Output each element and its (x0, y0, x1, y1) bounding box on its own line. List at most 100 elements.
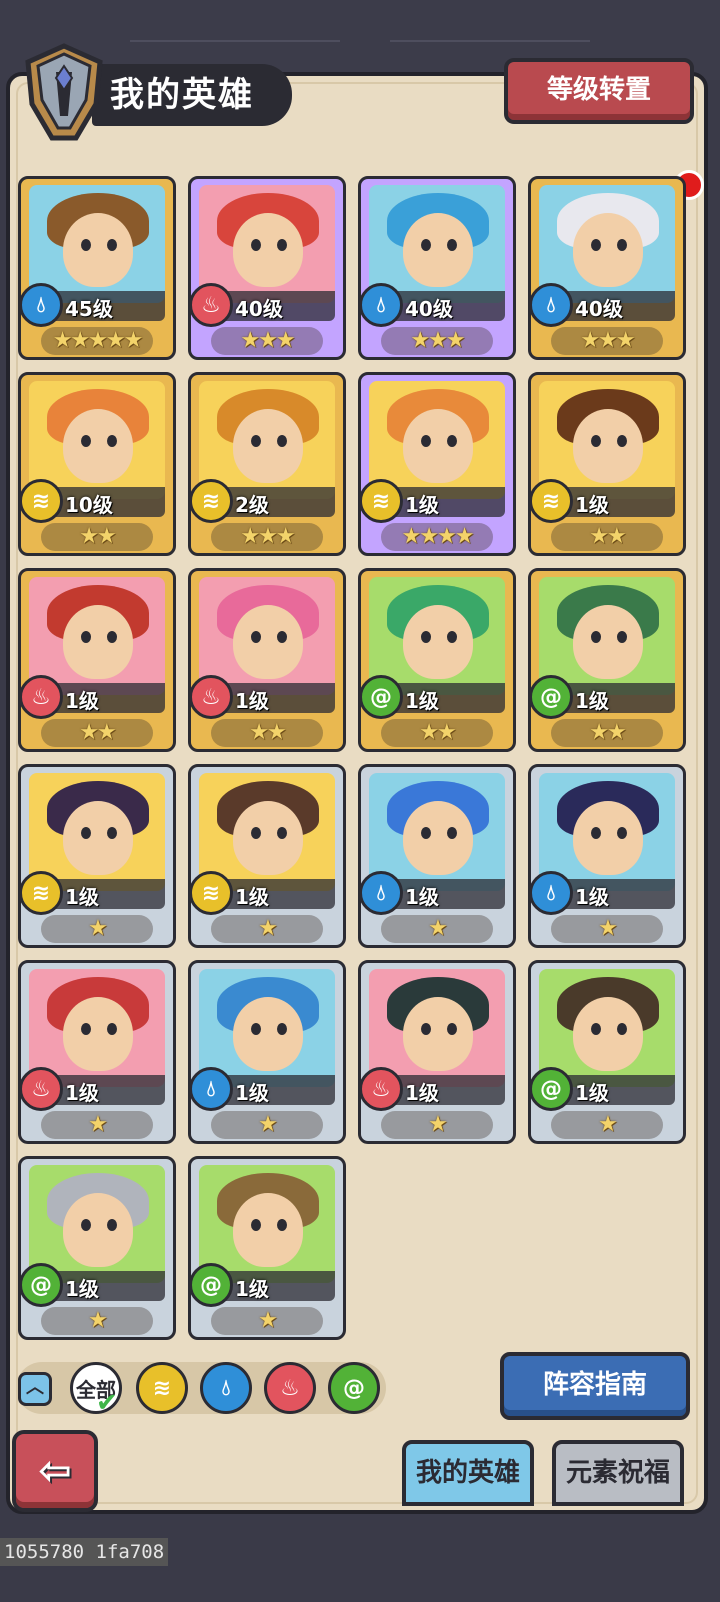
hero-level: 1级 (405, 885, 439, 909)
hero-eye (251, 435, 261, 447)
hero-eye (107, 1219, 117, 1231)
nature-element-icon: @ (361, 675, 403, 719)
hero-eye (617, 631, 627, 643)
hero-card[interactable]: 45级 💧︎ ★★★★★ (18, 176, 176, 360)
hero-card[interactable]: 1级 ≋ ★ (18, 764, 176, 948)
helmet-icon (25, 43, 103, 141)
hero-face (233, 605, 303, 679)
nature-element-icon: @ (531, 1067, 573, 1111)
hero-card[interactable]: 1级 @ ★ (188, 1156, 346, 1340)
back-button[interactable]: ⇦ (12, 1430, 98, 1512)
water-element-icon: 💧︎ (531, 871, 573, 915)
hero-eye (421, 435, 431, 447)
hero-eye (591, 435, 601, 447)
fire-element-icon: ♨ (191, 283, 233, 327)
hero-level: 1级 (235, 689, 269, 713)
water-element-icon: 💧︎ (361, 283, 403, 327)
hero-eye (617, 1023, 627, 1035)
fire-element-icon: ♨ (21, 1067, 63, 1111)
tab-my-heroes[interactable]: 我的英雄 (402, 1440, 534, 1506)
hero-eye (277, 1023, 287, 1035)
hero-level: 1级 (575, 493, 609, 517)
nature-element-icon: @ (191, 1263, 233, 1307)
hero-face (233, 409, 303, 483)
filter-nature-button[interactable]: @ (328, 1362, 380, 1414)
hero-eye (81, 631, 91, 643)
hero-card[interactable]: 1级 ♨ ★★ (188, 568, 346, 752)
hero-card[interactable]: 40级 💧︎ ★★★ (358, 176, 516, 360)
hero-face (573, 801, 643, 875)
earth-element-icon: ≋ (531, 479, 573, 523)
hero-card[interactable]: 10级 ≋ ★★ (18, 372, 176, 556)
hero-eye (81, 435, 91, 447)
hero-card[interactable]: 1级 💧︎ ★ (528, 764, 686, 948)
hero-stars: ★★ (41, 523, 153, 551)
hero-stars: ★★★ (211, 523, 323, 551)
earth-element-icon: ≋ (361, 479, 403, 523)
hero-card[interactable]: 1级 ≋ ★★ (528, 372, 686, 556)
earth-element-icon: ≋ (191, 871, 233, 915)
hero-eye (421, 1023, 431, 1035)
hero-stars: ★ (41, 1111, 153, 1139)
hero-face (403, 801, 473, 875)
level-reset-button[interactable]: 等级转置 (504, 58, 694, 124)
hero-card[interactable]: 1级 @ ★ (528, 960, 686, 1144)
hero-card[interactable]: 1级 ♨ ★ (18, 960, 176, 1144)
hero-eye (277, 631, 287, 643)
hero-card[interactable]: 1级 @ ★★ (358, 568, 516, 752)
hero-level: 40级 (235, 297, 283, 321)
hero-stars: ★★★ (211, 327, 323, 355)
hero-card[interactable]: 1级 ≋ ★★★★ (358, 372, 516, 556)
hero-eye (421, 631, 431, 643)
hero-face (403, 213, 473, 287)
page-title: 我的英雄 (92, 64, 292, 126)
earth-element-icon: ≋ (191, 479, 233, 523)
hero-level: 40级 (405, 297, 453, 321)
nature-element-icon: @ (343, 1375, 365, 1401)
hero-card[interactable]: 1级 @ ★★ (528, 568, 686, 752)
hero-card[interactable]: 1级 @ ★ (18, 1156, 176, 1340)
hero-face (573, 997, 643, 1071)
hero-stars: ★★★★ (381, 523, 493, 551)
hero-card[interactable]: 1级 ♨ ★ (358, 960, 516, 1144)
hero-eye (447, 239, 457, 251)
hero-eye (277, 827, 287, 839)
back-arrow-icon: ⇦ (38, 1448, 72, 1494)
hero-level: 1级 (405, 1081, 439, 1105)
decorative-line (130, 40, 340, 42)
hero-eye (277, 1219, 287, 1231)
hero-face (573, 605, 643, 679)
filter-water-button[interactable]: 💧︎ (200, 1362, 252, 1414)
hero-card[interactable]: 1级 💧︎ ★ (188, 960, 346, 1144)
water-element-icon: 💧︎ (221, 1375, 231, 1401)
hero-eye (251, 1219, 261, 1231)
hero-stars: ★ (211, 915, 323, 943)
fire-element-icon: ♨ (361, 1067, 403, 1111)
hero-face (63, 801, 133, 875)
hero-stars: ★ (211, 1307, 323, 1335)
hero-level: 45级 (65, 297, 113, 321)
hero-face (63, 409, 133, 483)
hero-level: 1级 (235, 1277, 269, 1301)
nature-element-icon: @ (21, 1263, 63, 1307)
lineup-guide-button[interactable]: 阵容指南 (500, 1352, 690, 1420)
water-element-icon: 💧︎ (531, 283, 573, 327)
tab-element-blessing[interactable]: 元素祝福 (552, 1440, 684, 1506)
filter-earth-button[interactable]: ≋ (136, 1362, 188, 1414)
hero-card[interactable]: 1级 ♨ ★★ (18, 568, 176, 752)
hero-stars: ★★ (41, 719, 153, 747)
hero-card[interactable]: 1级 ≋ ★ (188, 764, 346, 948)
hero-card[interactable]: 40级 💧︎ ★★★ (528, 176, 686, 360)
collapse-chevron-icon[interactable]: ︿ (18, 1372, 52, 1406)
hero-level: 1级 (405, 689, 439, 713)
hero-level: 1级 (65, 885, 99, 909)
hero-face (233, 997, 303, 1071)
hero-face (63, 213, 133, 287)
hero-eye (447, 435, 457, 447)
hero-card[interactable]: 40级 ♨ ★★★ (188, 176, 346, 360)
hero-card[interactable]: 2级 ≋ ★★★ (188, 372, 346, 556)
earth-element-icon: ≋ (21, 479, 63, 523)
hero-stars: ★ (551, 915, 663, 943)
filter-fire-button[interactable]: ♨ (264, 1362, 316, 1414)
hero-card[interactable]: 1级 💧︎ ★ (358, 764, 516, 948)
